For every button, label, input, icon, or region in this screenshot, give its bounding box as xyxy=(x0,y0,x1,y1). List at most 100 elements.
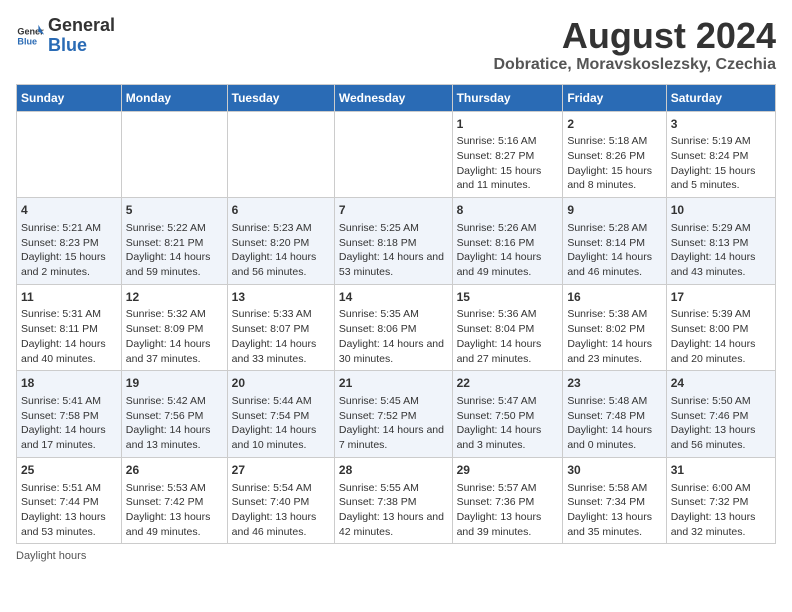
calendar-cell: 17Sunrise: 5:39 AMSunset: 8:00 PMDayligh… xyxy=(666,284,775,371)
footer-note: Daylight hours xyxy=(16,550,776,562)
day-info: Sunrise: 5:22 AM xyxy=(126,221,223,236)
week-row-4: 18Sunrise: 5:41 AMSunset: 7:58 PMDayligh… xyxy=(17,371,776,458)
day-number: 15 xyxy=(457,289,559,306)
day-info: Sunrise: 6:00 AM xyxy=(671,481,771,496)
day-number: 12 xyxy=(126,289,223,306)
day-number: 11 xyxy=(21,289,117,306)
day-info: Sunset: 7:48 PM xyxy=(567,409,661,424)
calendar-cell xyxy=(227,111,334,198)
day-number: 22 xyxy=(457,375,559,392)
calendar-cell: 30Sunrise: 5:58 AMSunset: 7:34 PMDayligh… xyxy=(563,457,666,544)
calendar-cell: 14Sunrise: 5:35 AMSunset: 8:06 PMDayligh… xyxy=(334,284,452,371)
day-info: Daylight: 14 hours and 0 minutes. xyxy=(567,423,661,452)
day-info: Sunset: 8:18 PM xyxy=(339,236,448,251)
day-info: Sunset: 8:14 PM xyxy=(567,236,661,251)
calendar-cell: 22Sunrise: 5:47 AMSunset: 7:50 PMDayligh… xyxy=(452,371,563,458)
day-info: Sunset: 8:09 PM xyxy=(126,322,223,337)
day-info: Sunrise: 5:50 AM xyxy=(671,394,771,409)
calendar-cell: 28Sunrise: 5:55 AMSunset: 7:38 PMDayligh… xyxy=(334,457,452,544)
day-info: Sunset: 7:58 PM xyxy=(21,409,117,424)
calendar-cell: 8Sunrise: 5:26 AMSunset: 8:16 PMDaylight… xyxy=(452,198,563,285)
col-header-thursday: Thursday xyxy=(452,84,563,111)
day-info: Sunset: 8:23 PM xyxy=(21,236,117,251)
logo-general: General xyxy=(48,16,115,36)
calendar-cell: 7Sunrise: 5:25 AMSunset: 8:18 PMDaylight… xyxy=(334,198,452,285)
day-number: 24 xyxy=(671,375,771,392)
day-info: Sunset: 7:46 PM xyxy=(671,409,771,424)
day-info: Daylight: 14 hours and 17 minutes. xyxy=(21,423,117,452)
day-info: Sunrise: 5:47 AM xyxy=(457,394,559,409)
day-number: 26 xyxy=(126,462,223,479)
header: General Blue General Blue August 2024 Do… xyxy=(16,16,776,74)
calendar-cell: 10Sunrise: 5:29 AMSunset: 8:13 PMDayligh… xyxy=(666,198,775,285)
day-info: Daylight: 14 hours and 49 minutes. xyxy=(457,250,559,279)
day-info: Daylight: 14 hours and 13 minutes. xyxy=(126,423,223,452)
col-header-monday: Monday xyxy=(121,84,227,111)
day-info: Sunset: 7:34 PM xyxy=(567,495,661,510)
day-number: 13 xyxy=(232,289,330,306)
day-info: Sunset: 7:42 PM xyxy=(126,495,223,510)
day-info: Daylight: 15 hours and 5 minutes. xyxy=(671,164,771,193)
day-number: 31 xyxy=(671,462,771,479)
day-info: Sunrise: 5:42 AM xyxy=(126,394,223,409)
col-header-wednesday: Wednesday xyxy=(334,84,452,111)
week-row-5: 25Sunrise: 5:51 AMSunset: 7:44 PMDayligh… xyxy=(17,457,776,544)
day-info: Daylight: 13 hours and 53 minutes. xyxy=(21,510,117,539)
daylight-note: Daylight hours xyxy=(16,550,86,562)
calendar-cell: 2Sunrise: 5:18 AMSunset: 8:26 PMDaylight… xyxy=(563,111,666,198)
day-number: 17 xyxy=(671,289,771,306)
day-number: 3 xyxy=(671,116,771,133)
logo-blue: Blue xyxy=(48,36,115,56)
calendar-cell: 1Sunrise: 5:16 AMSunset: 8:27 PMDaylight… xyxy=(452,111,563,198)
day-info: Daylight: 14 hours and 30 minutes. xyxy=(339,337,448,366)
calendar-cell: 26Sunrise: 5:53 AMSunset: 7:42 PMDayligh… xyxy=(121,457,227,544)
day-info: Sunrise: 5:38 AM xyxy=(567,307,661,322)
calendar-cell xyxy=(334,111,452,198)
day-info: Daylight: 13 hours and 32 minutes. xyxy=(671,510,771,539)
day-info: Sunrise: 5:21 AM xyxy=(21,221,117,236)
day-info: Daylight: 14 hours and 37 minutes. xyxy=(126,337,223,366)
generalblue-logo-icon: General Blue xyxy=(16,22,44,50)
calendar-cell: 4Sunrise: 5:21 AMSunset: 8:23 PMDaylight… xyxy=(17,198,122,285)
day-info: Daylight: 14 hours and 59 minutes. xyxy=(126,250,223,279)
calendar-cell: 13Sunrise: 5:33 AMSunset: 8:07 PMDayligh… xyxy=(227,284,334,371)
day-info: Sunset: 8:20 PM xyxy=(232,236,330,251)
col-header-saturday: Saturday xyxy=(666,84,775,111)
day-number: 14 xyxy=(339,289,448,306)
day-info: Sunset: 8:27 PM xyxy=(457,149,559,164)
day-number: 7 xyxy=(339,202,448,219)
svg-text:Blue: Blue xyxy=(17,36,37,46)
day-info: Sunrise: 5:33 AM xyxy=(232,307,330,322)
day-info: Sunset: 8:00 PM xyxy=(671,322,771,337)
day-number: 25 xyxy=(21,462,117,479)
day-info: Sunset: 8:02 PM xyxy=(567,322,661,337)
calendar-cell: 31Sunrise: 6:00 AMSunset: 7:32 PMDayligh… xyxy=(666,457,775,544)
day-info: Sunrise: 5:48 AM xyxy=(567,394,661,409)
col-header-tuesday: Tuesday xyxy=(227,84,334,111)
day-info: Sunrise: 5:16 AM xyxy=(457,134,559,149)
day-number: 30 xyxy=(567,462,661,479)
day-info: Daylight: 14 hours and 33 minutes. xyxy=(232,337,330,366)
day-info: Sunset: 8:04 PM xyxy=(457,322,559,337)
calendar-cell: 16Sunrise: 5:38 AMSunset: 8:02 PMDayligh… xyxy=(563,284,666,371)
calendar-cell: 12Sunrise: 5:32 AMSunset: 8:09 PMDayligh… xyxy=(121,284,227,371)
day-info: Daylight: 13 hours and 39 minutes. xyxy=(457,510,559,539)
col-header-friday: Friday xyxy=(563,84,666,111)
day-number: 20 xyxy=(232,375,330,392)
day-info: Sunset: 7:44 PM xyxy=(21,495,117,510)
calendar-cell xyxy=(121,111,227,198)
day-info: Sunrise: 5:54 AM xyxy=(232,481,330,496)
day-info: Sunrise: 5:19 AM xyxy=(671,134,771,149)
day-info: Daylight: 13 hours and 49 minutes. xyxy=(126,510,223,539)
day-info: Daylight: 13 hours and 35 minutes. xyxy=(567,510,661,539)
calendar-cell: 3Sunrise: 5:19 AMSunset: 8:24 PMDaylight… xyxy=(666,111,775,198)
day-number: 29 xyxy=(457,462,559,479)
calendar-cell: 15Sunrise: 5:36 AMSunset: 8:04 PMDayligh… xyxy=(452,284,563,371)
week-row-2: 4Sunrise: 5:21 AMSunset: 8:23 PMDaylight… xyxy=(17,198,776,285)
calendar-header: SundayMondayTuesdayWednesdayThursdayFrid… xyxy=(17,84,776,111)
day-info: Sunset: 7:56 PM xyxy=(126,409,223,424)
day-info: Sunrise: 5:29 AM xyxy=(671,221,771,236)
day-info: Sunrise: 5:57 AM xyxy=(457,481,559,496)
calendar-cell: 24Sunrise: 5:50 AMSunset: 7:46 PMDayligh… xyxy=(666,371,775,458)
day-info: Daylight: 13 hours and 46 minutes. xyxy=(232,510,330,539)
